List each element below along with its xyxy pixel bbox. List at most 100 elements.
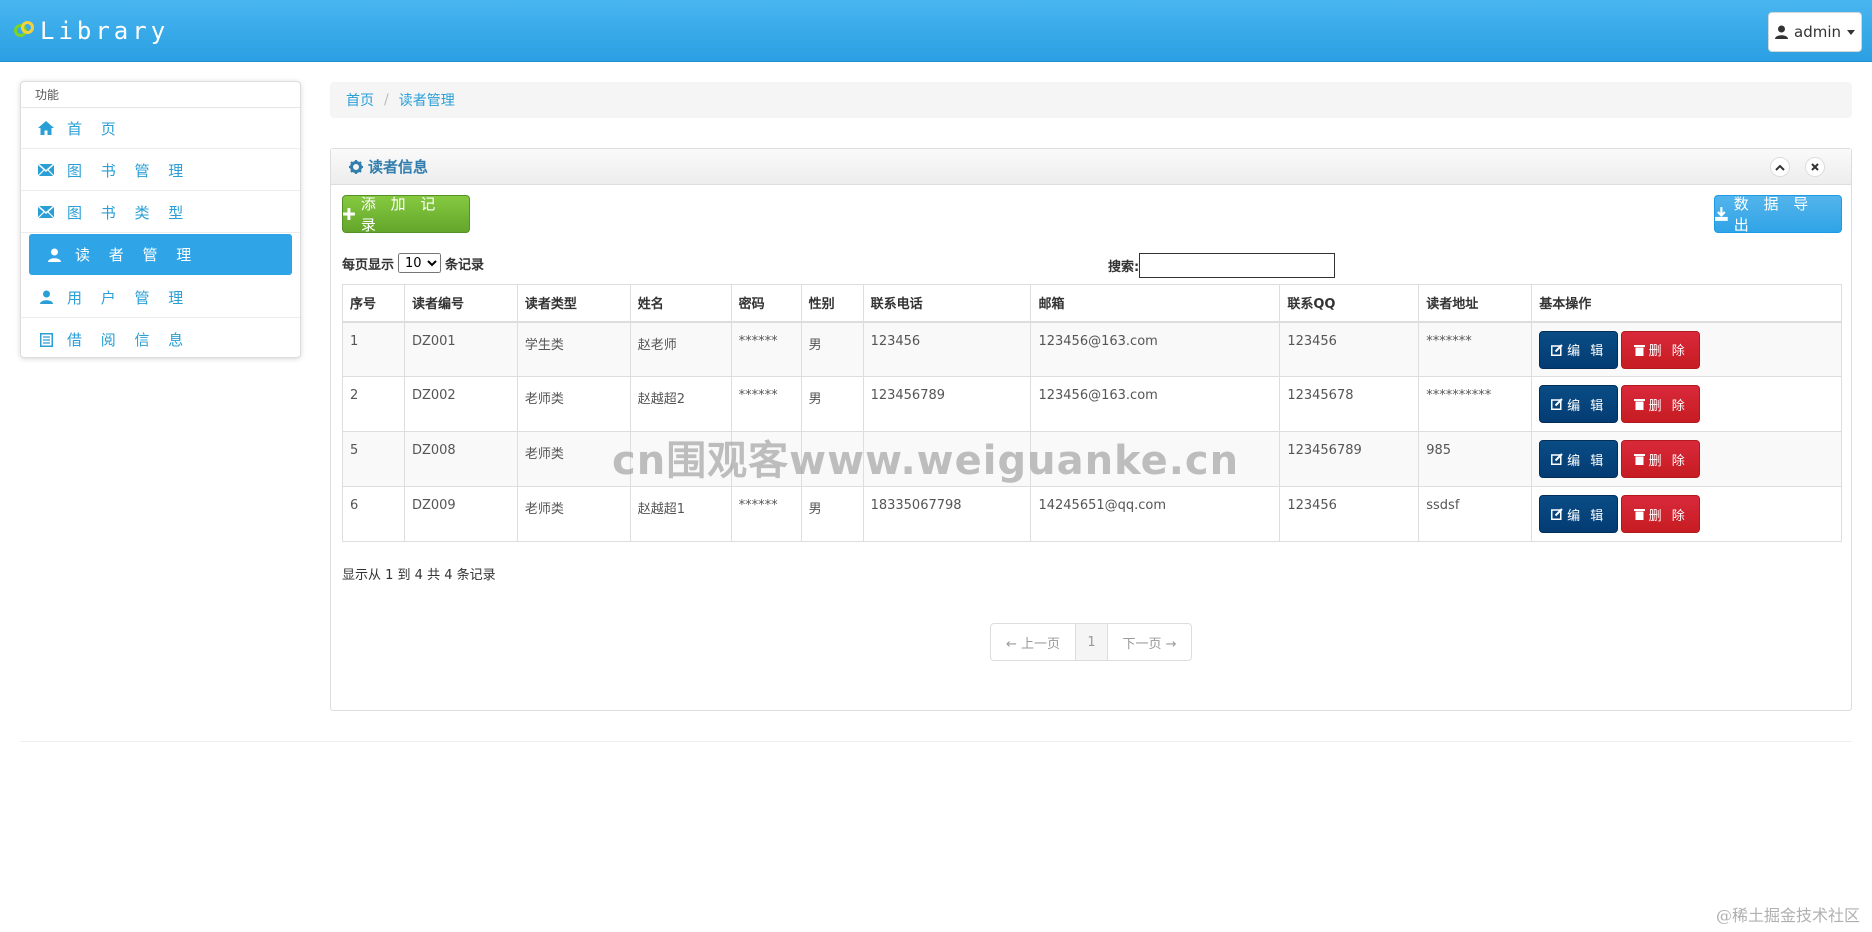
table-row: 6 DZ009 老师类 赵越超1 ****** 男 18335067798 14… xyxy=(342,486,1842,542)
page-number-button[interactable]: 1 xyxy=(1076,624,1108,660)
edit-button[interactable]: 编 辑 xyxy=(1539,495,1619,533)
table-cell: ********** xyxy=(1418,376,1533,432)
column-header[interactable]: 邮箱 xyxy=(1030,284,1281,323)
delete-label: 删 除 xyxy=(1648,508,1688,524)
table-cell: 123456789 xyxy=(862,376,1032,432)
column-header[interactable]: 联系QQ xyxy=(1279,284,1420,323)
plus-icon xyxy=(343,208,355,220)
breadcrumb-separator: / xyxy=(384,92,389,108)
search-input[interactable] xyxy=(1139,253,1336,278)
trash-icon xyxy=(1633,454,1645,465)
export-data-button[interactable]: 数 据 导 出 xyxy=(1714,195,1842,234)
delete-button[interactable]: 删 除 xyxy=(1621,330,1701,369)
user-menu-button[interactable]: admin xyxy=(1768,12,1862,52)
trash-icon xyxy=(1633,509,1645,520)
trash-icon xyxy=(1633,344,1645,356)
add-record-label: 添 加 记 录 xyxy=(360,195,441,234)
edit-button[interactable]: 编 辑 xyxy=(1539,440,1619,478)
column-header[interactable]: 性别 xyxy=(800,284,864,323)
column-header[interactable]: 密码 xyxy=(730,284,802,323)
home-icon xyxy=(37,119,55,137)
delete-button[interactable]: 删 除 xyxy=(1621,440,1701,478)
sidebar-heading: 功能 xyxy=(21,82,300,108)
collapse-button[interactable] xyxy=(1770,157,1790,177)
table-cell: DZ001 xyxy=(403,321,518,377)
download-icon xyxy=(1715,207,1728,221)
column-header[interactable]: 读者地址 xyxy=(1418,284,1533,323)
prev-page-button[interactable]: ← 上一页 xyxy=(991,624,1076,660)
user-icon xyxy=(1775,25,1788,39)
table-cell: DZ002 xyxy=(403,376,518,432)
delete-button[interactable]: 删 除 xyxy=(1621,385,1701,423)
edit-icon xyxy=(1551,453,1563,465)
brand-text: Library xyxy=(40,17,170,45)
sidebar-item-borrow-info[interactable]: 借 阅 信 息 xyxy=(21,319,300,360)
column-header[interactable]: 基本操作 xyxy=(1531,284,1842,323)
breadcrumb-home-link[interactable]: 首页 xyxy=(346,90,374,110)
caret-down-icon xyxy=(1847,29,1855,35)
panel-title: 读者信息 xyxy=(349,156,428,177)
table-cell: 男 xyxy=(800,486,864,542)
trash-icon xyxy=(1633,399,1645,410)
table-cell: 2 xyxy=(342,376,405,432)
table-cell: 123456@163.com xyxy=(1030,321,1281,377)
table-cell: 123456 xyxy=(1279,321,1420,377)
search-label: 搜索: xyxy=(1108,260,1140,275)
table-row: 2 DZ002 老师类 赵越超2 ****** 男 123456789 1234… xyxy=(342,376,1842,432)
edit-icon xyxy=(1551,343,1563,356)
table-cell: ****** xyxy=(730,376,802,432)
sidebar-item-label: 首 页 xyxy=(67,119,123,138)
sidebar-item-home[interactable]: 首 页 xyxy=(21,108,300,149)
table-cell: 123456 xyxy=(862,321,1032,377)
table-row: 1 DZ001 学生类 赵老师 ****** 男 123456 123456@1… xyxy=(342,321,1842,377)
next-page-button[interactable]: 下一页 → xyxy=(1108,624,1191,660)
edit-button[interactable]: 编 辑 xyxy=(1539,330,1619,369)
list-icon xyxy=(37,331,55,349)
sidebar-item-reader-management[interactable]: 读 者 管 理 xyxy=(29,234,292,275)
table-cell: 12345678 xyxy=(1279,376,1420,432)
column-header[interactable]: 联系电话 xyxy=(862,284,1032,323)
edit-label: 编 辑 xyxy=(1567,398,1607,414)
user-icon xyxy=(45,246,63,264)
table-cell: 985 xyxy=(1418,431,1533,487)
sidebar-item-book-type[interactable]: 图 书 类 型 xyxy=(21,192,300,233)
column-header[interactable]: 读者类型 xyxy=(516,284,631,323)
panel-header: 读者信息 xyxy=(331,149,1851,185)
delete-label: 删 除 xyxy=(1648,453,1688,469)
page-length-control: 每页显示 10 条记录 xyxy=(342,253,484,273)
table-cell: 赵越超2 xyxy=(629,376,732,432)
edit-label: 编 辑 xyxy=(1567,344,1607,359)
top-navbar: Library admin xyxy=(0,0,1872,62)
sidebar-item-book-management[interactable]: 图 书 管 理 xyxy=(21,150,300,191)
sidebar-item-label: 借 阅 信 息 xyxy=(67,331,191,349)
sidebar-item-user-management[interactable]: 用 户 管 理 xyxy=(21,277,300,318)
panel-title-text: 读者信息 xyxy=(368,158,429,176)
delete-label: 删 除 xyxy=(1648,398,1688,414)
page-length-select[interactable]: 10 xyxy=(398,253,442,273)
edit-button[interactable]: 编 辑 xyxy=(1539,385,1619,423)
table-actions-cell: 编 辑删 除 xyxy=(1531,321,1842,377)
column-header[interactable]: 姓名 xyxy=(629,284,732,323)
table-cell: 学生类 xyxy=(516,321,631,377)
table-cell: 14245651@qq.com xyxy=(1030,486,1281,542)
brand-logo[interactable]: Library xyxy=(14,14,169,48)
table-actions-cell: 编 辑删 除 xyxy=(1531,431,1842,487)
table-cell: DZ009 xyxy=(403,486,518,542)
table-cell: 5 xyxy=(342,431,405,487)
table-cell: 男 xyxy=(800,376,864,432)
delete-label: 删 除 xyxy=(1648,344,1688,359)
breadcrumb: 首页 / 读者管理 xyxy=(330,82,1852,118)
close-button[interactable] xyxy=(1805,157,1825,177)
corner-watermark: @稀土掘金技术社区 xyxy=(1715,906,1860,925)
watermark-text: cn围观客www.weiguanke.cn xyxy=(612,438,1240,484)
delete-button[interactable]: 删 除 xyxy=(1621,495,1701,533)
add-record-button[interactable]: 添 加 记 录 xyxy=(342,195,470,234)
table-cell: DZ008 xyxy=(403,431,518,487)
table-cell: ****** xyxy=(730,321,802,377)
user-menu-label: admin xyxy=(1794,23,1841,41)
table-cell: 1 xyxy=(342,321,405,377)
breadcrumb-current[interactable]: 读者管理 xyxy=(399,90,455,110)
column-header[interactable]: 序号 xyxy=(342,284,405,323)
column-header[interactable]: 读者编号 xyxy=(403,284,518,323)
envelope-icon xyxy=(37,203,55,221)
